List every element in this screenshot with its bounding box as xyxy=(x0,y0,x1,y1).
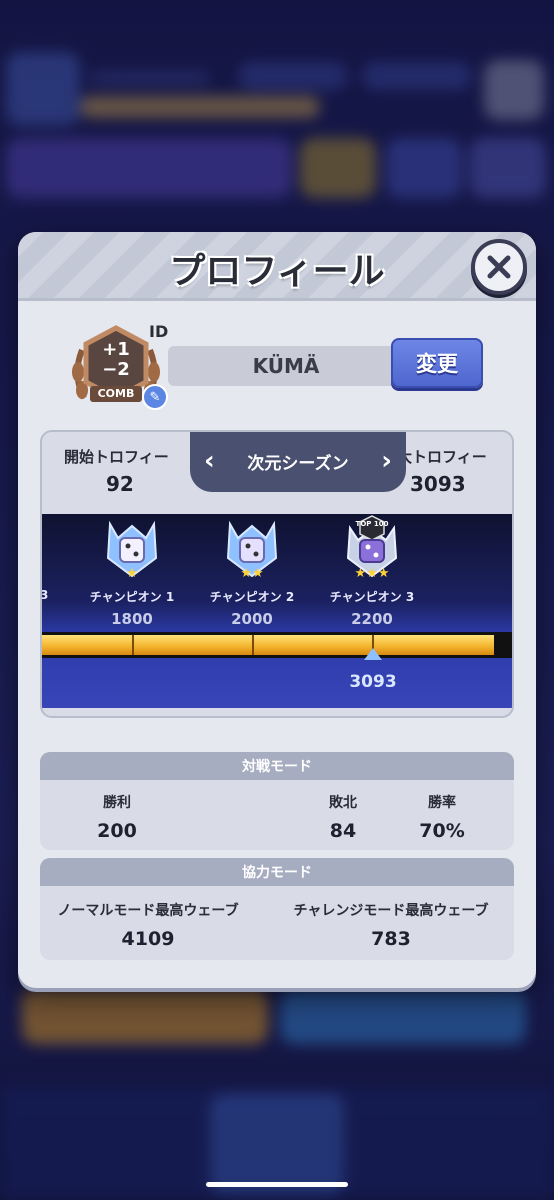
badge-ribbon: COMB xyxy=(90,386,142,402)
progress-tick xyxy=(252,635,254,655)
progress-tick xyxy=(132,635,134,655)
challenge-wave-label: チャレンジモード最高ウェーブ xyxy=(293,903,489,919)
trophy-road[interactable]: 3 ★ チャンピオン 1 1800 ★★ チャンピオン 2 xyxy=(42,514,512,708)
top100-tag: TOP 100 xyxy=(355,520,389,528)
season-name: 次元シーズン xyxy=(247,453,349,474)
battle-mode-header: 対戦モード xyxy=(40,752,514,780)
normal-wave-label: ノーマルモード最高ウェーブ xyxy=(57,903,239,919)
coop-mode-section: 協力モード ノーマルモード最高ウェーブ 4109 チャレンジモード最高ウェーブ … xyxy=(40,858,514,960)
wins-label: 勝利 xyxy=(103,795,131,811)
rank-name: チャンピオン 2 xyxy=(209,590,295,604)
coop-mode-header: 協力モード xyxy=(40,858,514,886)
home-indicator[interactable] xyxy=(206,1182,348,1187)
close-icon xyxy=(487,255,511,279)
battle-mode-section: 対戦モード 勝利 200 敗北 84 勝率 70% xyxy=(40,752,514,850)
rank-trophies: 2200 xyxy=(351,610,393,628)
normal-wave-value: 4109 xyxy=(121,928,175,950)
rank-trophies: 1800 xyxy=(111,610,153,628)
rank-champion-2: ★★ チャンピオン 2 2000 xyxy=(192,514,312,628)
profile-modal: プロフィール +1 −2 COMB ✎ ID KÜMÄ 変更 開始トロフィー 9… xyxy=(18,232,536,988)
player-name: KÜMÄ xyxy=(252,354,320,378)
season-selector: ‹ 次元シーズン › xyxy=(190,432,406,492)
prev-season-button[interactable]: ‹ xyxy=(204,446,215,476)
losses-value: 84 xyxy=(329,820,357,842)
rank-champion-1: ★ チャンピオン 1 1800 xyxy=(72,514,192,628)
badge-top-text: +1 xyxy=(102,339,130,360)
close-button[interactable] xyxy=(471,239,527,295)
pencil-icon: ✎ xyxy=(149,389,161,405)
win-rate-label: 勝率 xyxy=(428,795,456,811)
rank-stars: ★ xyxy=(126,566,138,581)
edit-badge-button[interactable]: ✎ xyxy=(142,384,168,410)
player-name-field: KÜMÄ xyxy=(168,346,404,386)
season-card: 開始トロフィー 92 最大トロフィー 3093 ‹ 次元シーズン › 3 ★ チ… xyxy=(40,430,514,718)
rank-champion-3: TOP 100 ★★★ チャンピオン 3 2200 xyxy=(312,514,432,628)
badge-bottom-text: −2 xyxy=(102,359,130,380)
rank-name: チャンピオン 3 xyxy=(329,590,415,604)
current-position-marker xyxy=(364,648,382,660)
challenge-wave-value: 783 xyxy=(371,928,411,950)
rank-name: チャンピオン 1 xyxy=(89,590,175,604)
change-name-button[interactable]: 変更 xyxy=(391,338,483,388)
max-trophy-value: 3093 xyxy=(410,472,466,496)
progress-fill xyxy=(42,635,494,655)
win-rate-value: 70% xyxy=(419,820,465,842)
wins-value: 200 xyxy=(97,820,137,842)
rank-stars: ★★ xyxy=(240,566,264,581)
losses-label: 敗北 xyxy=(329,795,357,811)
start-trophy-value: 92 xyxy=(106,472,134,496)
current-trophies: 3093 xyxy=(349,672,397,692)
next-season-button[interactable]: › xyxy=(381,446,392,476)
modal-title: プロフィール xyxy=(169,251,385,292)
partial-rank-label: 3 xyxy=(42,588,48,602)
id-label: ID xyxy=(149,322,169,341)
rank-trophies: 2000 xyxy=(231,610,273,628)
start-trophy-label: 開始トロフィー xyxy=(64,448,169,466)
rank-stars: ★★★ xyxy=(354,566,390,581)
